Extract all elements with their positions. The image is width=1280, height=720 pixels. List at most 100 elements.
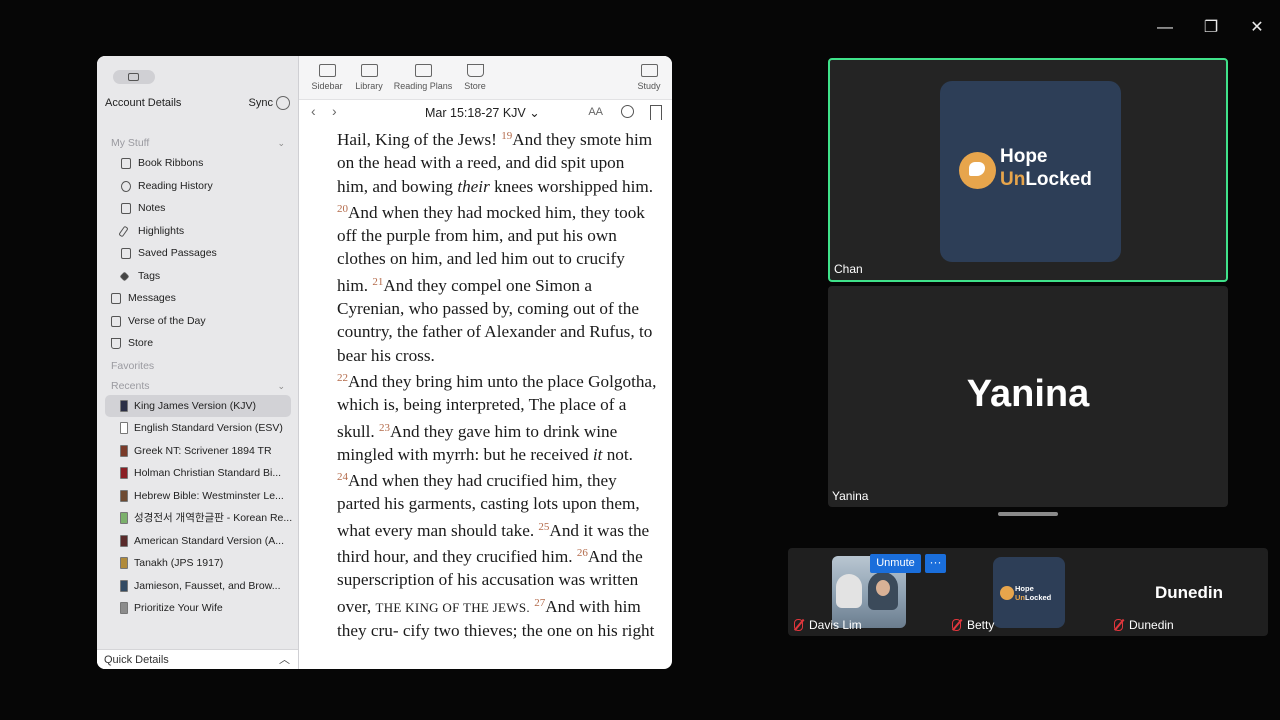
sidebar-item-store[interactable]: Store [97, 332, 299, 355]
sidebar-item-tags[interactable]: Tags [97, 265, 299, 288]
section-label: My Stuff [111, 137, 150, 149]
verse-number[interactable]: 27 [534, 597, 545, 609]
restore-icon[interactable]: ❐ [1196, 14, 1226, 42]
participant-display-name[interactable]: Dunedin [1136, 583, 1242, 603]
sidebar-item-notes[interactable]: Notes [97, 197, 299, 220]
recent-item[interactable]: English Standard Version (ESV) [97, 417, 299, 440]
recent-item-label: American Standard Version (A... [134, 534, 284, 547]
reading-plans-icon [414, 64, 432, 77]
toolbar-label: Reading Plans [393, 81, 453, 91]
sync-icon [276, 96, 290, 110]
sidebar-item-label: Store [128, 337, 154, 349]
logo-line-1: Hope [1015, 584, 1034, 593]
verse-text: not. [606, 444, 633, 464]
toolbar: Sidebar Library Reading Plans Store Stud… [299, 56, 672, 100]
verse-number[interactable]: 24 [337, 471, 348, 483]
passage-reference: Mar 15:18-27 KJV [425, 106, 526, 120]
logo-line-1: Hope [1000, 146, 1048, 167]
betty-logo[interactable]: Hope UnLocked [993, 557, 1065, 628]
logo-line-2: UnLocked [1015, 593, 1051, 602]
verse-number[interactable]: 21 [372, 276, 383, 288]
account-icon[interactable] [113, 70, 155, 84]
sidebar-item-saved-passages[interactable]: Saved Passages [97, 242, 299, 265]
sidebar-item-highlights[interactable]: Highlights [97, 220, 299, 243]
study-icon [640, 64, 658, 77]
participant-name: Yanina [832, 489, 869, 503]
verse-number[interactable]: 23 [379, 422, 390, 434]
saved-passage-icon [121, 248, 131, 259]
sidebar: Account Details Sync My Stuff ⌄ Book Ribb… [97, 56, 299, 669]
recents-list: King James Version (KJV) English Standard… [97, 394, 299, 620]
verse-number[interactable]: 20 [337, 203, 348, 215]
search-icon[interactable] [621, 105, 634, 118]
study-button[interactable]: Study [636, 64, 662, 91]
quick-details-bar[interactable]: Quick Details ︿ [97, 649, 298, 669]
sidebar-item-book-ribbons[interactable]: Book Ribbons [97, 152, 299, 175]
book-cover-icon [120, 557, 128, 569]
reading-plans-button[interactable]: Reading Plans [393, 64, 453, 91]
verse-number[interactable]: 19 [501, 130, 512, 142]
font-size-button[interactable]: AA [588, 106, 603, 118]
recent-item[interactable]: Holman Christian Standard Bi... [97, 462, 299, 485]
back-button[interactable]: ‹ [311, 103, 316, 119]
bible-app-window: Account Details Sync My Stuff ⌄ Book Ribb… [97, 56, 672, 669]
recent-item[interactable]: Prioritize Your Wife [97, 597, 299, 620]
video-tile-active-speaker[interactable]: Hope UnLocked Chan [828, 58, 1228, 282]
sidebar-icon [318, 64, 336, 77]
verse-italic: it [592, 444, 603, 464]
participant-label-betty: Betty [952, 618, 994, 632]
recent-item[interactable]: 성경전서 개역한글판 - Korean Re... [97, 507, 299, 530]
verse-number[interactable]: 25 [538, 521, 549, 533]
recent-item[interactable]: King James Version (KJV) [105, 394, 291, 417]
chevron-down-icon: ⌄ [529, 106, 540, 120]
participant-display-name: Yanina [966, 373, 1090, 415]
sidebar-item-reading-history[interactable]: Reading History [97, 175, 299, 198]
recent-item[interactable]: Jamieson, Fausset, and Brow... [97, 575, 299, 598]
store-button[interactable]: Store [460, 64, 490, 91]
bible-text: Hail, King of the Jews! 19And they smote… [337, 125, 657, 642]
recent-item[interactable]: Greek NT: Scrivener 1894 TR [97, 440, 299, 463]
logo-line-2: UnLocked [1000, 169, 1092, 191]
video-tile-yanina[interactable]: Yanina Yanina [828, 286, 1228, 507]
verse-number[interactable]: 22 [337, 372, 348, 384]
logo-un: Un [1015, 593, 1025, 602]
sidebar-toggle-button[interactable]: Sidebar [309, 64, 345, 91]
library-button[interactable]: Library [351, 64, 387, 91]
participant-name: Chan [834, 262, 863, 276]
passage-reference-selector[interactable]: Mar 15:18-27 KJV ⌄ [425, 105, 540, 120]
sidebar-item-label: Messages [128, 292, 176, 304]
section-my-stuff[interactable]: My Stuff ⌄ [97, 134, 299, 152]
recent-item[interactable]: Hebrew Bible: Westminster Le... [97, 485, 299, 508]
book-cover-icon [120, 512, 128, 524]
recent-item-label: Greek NT: Scrivener 1894 TR [134, 444, 272, 457]
sidebar-item-messages[interactable]: Messages [97, 287, 299, 310]
toolbar-label: Store [464, 81, 486, 91]
logo-un: Un [1000, 169, 1026, 190]
sync-button[interactable]: Sync [249, 96, 290, 110]
logo-mark-icon [1000, 586, 1014, 600]
unmute-button[interactable]: Unmute [870, 554, 921, 573]
sidebar-item-verse-of-the-day[interactable]: Verse of the Day [97, 310, 299, 333]
participant-label-davis: Davis Lim [794, 618, 862, 632]
sidebar-item-label: Book Ribbons [138, 157, 204, 169]
participant-name: Betty [967, 618, 995, 632]
more-options-button[interactable]: ··· [925, 554, 946, 573]
close-icon[interactable]: ✕ [1242, 14, 1272, 42]
verse-of-day-icon [111, 315, 121, 327]
book-cover-icon [120, 444, 128, 457]
book-cover-icon [120, 399, 128, 412]
forward-button[interactable]: › [332, 103, 337, 119]
book-cover-icon [120, 579, 128, 592]
recent-item[interactable]: Tanakh (JPS 1917) [97, 552, 299, 575]
recent-item[interactable]: American Standard Version (A... [97, 530, 299, 553]
section-recents[interactable]: Recents ⌄ [97, 377, 299, 395]
gallery-resize-handle[interactable] [998, 512, 1058, 516]
bookmark-icon[interactable] [650, 105, 662, 120]
muted-mic-icon [952, 619, 961, 631]
participant-name: Dunedin [1129, 618, 1174, 632]
section-favorites[interactable]: Favorites [97, 357, 299, 375]
verse-text: Hail, King of the Jews! [337, 130, 497, 149]
minimize-icon[interactable]: — [1150, 14, 1180, 42]
recent-item-label: Jamieson, Fausset, and Brow... [134, 579, 281, 592]
verse-number[interactable]: 26 [577, 547, 588, 559]
